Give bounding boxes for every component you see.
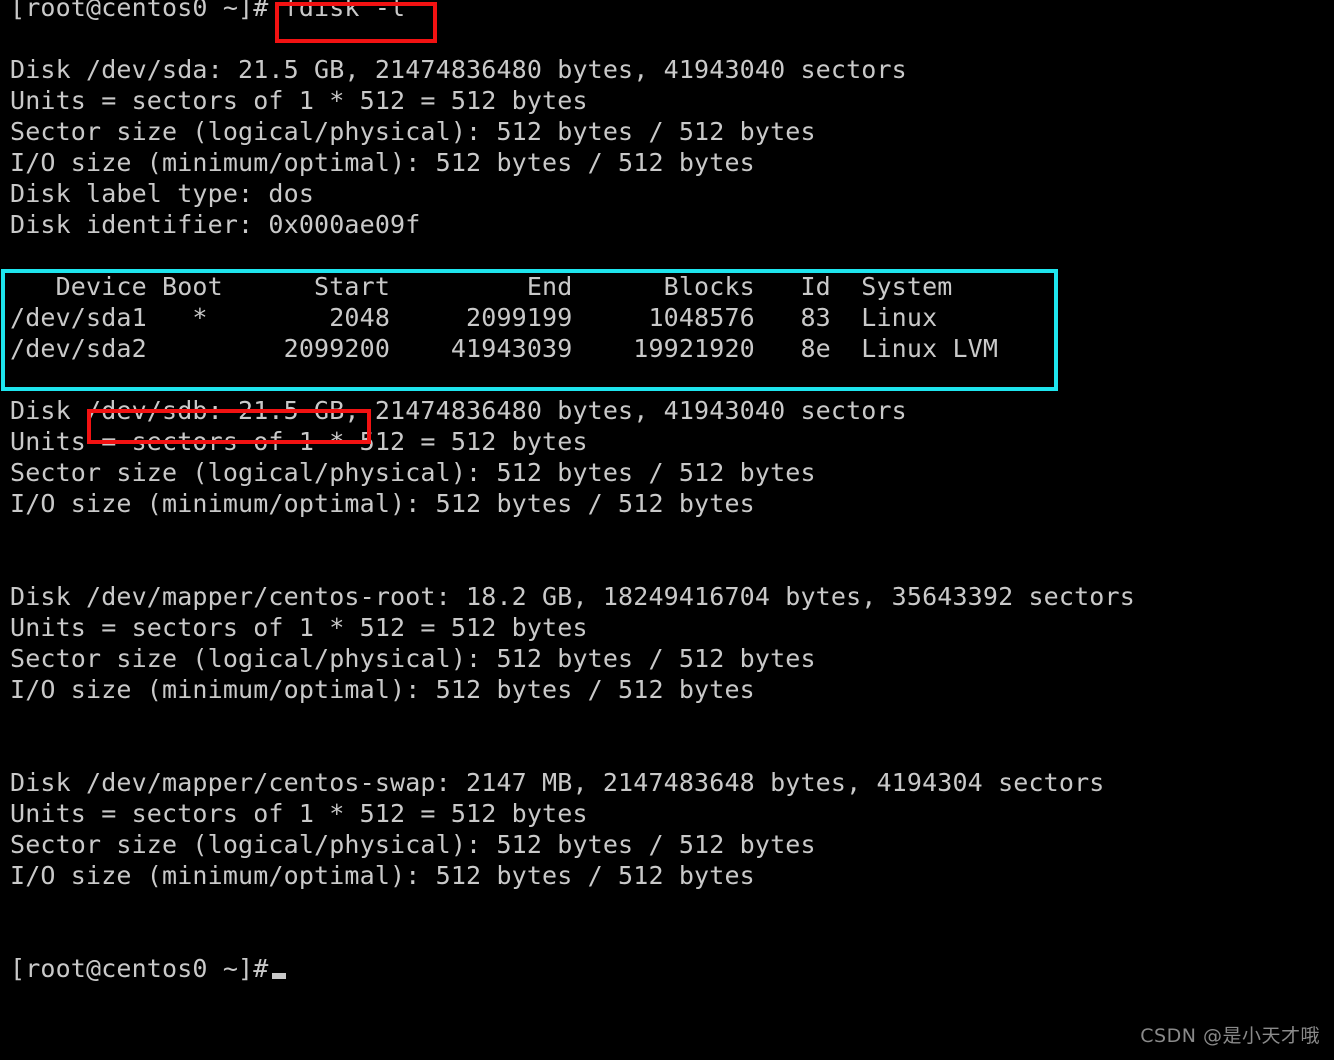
terminal-line: Units = sectors of 1 * 512 = 512 bytes xyxy=(10,613,588,642)
terminal-line: Sector size (logical/physical): 512 byte… xyxy=(10,830,816,859)
terminal-line: Units = sectors of 1 * 512 = 512 bytes xyxy=(10,86,588,115)
partition-table-header: Device Boot Start End Blocks Id System xyxy=(10,272,953,301)
terminal-line: I/O size (minimum/optimal): 512 bytes / … xyxy=(10,675,755,704)
terminal-line: I/O size (minimum/optimal): 512 bytes / … xyxy=(10,861,755,890)
terminal-prompt-line: [root@centos0 ~]# xyxy=(10,953,1135,984)
terminal-output: [root@centos0 ~]# fdisk -l Disk /dev/sda:… xyxy=(10,0,1135,984)
terminal-line: I/O size (minimum/optimal): 512 bytes / … xyxy=(10,148,755,177)
terminal-line: Disk label type: dos xyxy=(10,179,315,208)
terminal-line: Disk /dev/mapper/centos-root: 18.2 GB, 1… xyxy=(10,582,1135,611)
terminal-line: Disk /dev/mapper/centos-swap: 2147 MB, 2… xyxy=(10,768,1105,797)
terminal-line: Sector size (logical/physical): 512 byte… xyxy=(10,458,816,487)
terminal-line: Disk /dev/sda: 21.5 GB, 21474836480 byte… xyxy=(10,55,907,84)
terminal-line: Units = sectors of 1 * 512 = 512 bytes xyxy=(10,799,588,828)
text-cursor xyxy=(272,973,287,979)
terminal-line: Units = sectors of 1 * 512 = 512 bytes xyxy=(10,427,588,456)
csdn-watermark: CSDN @是小天才哦 xyxy=(1140,1025,1320,1047)
table-row: /dev/sda1 * 2048 2099199 1048576 83 Linu… xyxy=(10,303,938,332)
terminal-line: I/O size (minimum/optimal): 512 bytes / … xyxy=(10,489,755,518)
terminal-line: Disk identifier: 0x000ae09f xyxy=(10,210,421,239)
terminal-window[interactable]: [root@centos0 ~]# fdisk -l Disk /dev/sda:… xyxy=(0,0,1334,1060)
terminal-line: Disk /dev/sdb: 21.5 GB, 21474836480 byte… xyxy=(10,396,907,425)
terminal-line: Sector size (logical/physical): 512 byte… xyxy=(10,644,816,673)
shell-prompt: [root@centos0 ~]# xyxy=(10,954,269,983)
terminal-line: [root@centos0 ~]# fdisk -l xyxy=(10,0,406,22)
table-row: /dev/sda2 2099200 41943039 19921920 8e L… xyxy=(10,334,999,363)
terminal-line: Sector size (logical/physical): 512 byte… xyxy=(10,117,816,146)
